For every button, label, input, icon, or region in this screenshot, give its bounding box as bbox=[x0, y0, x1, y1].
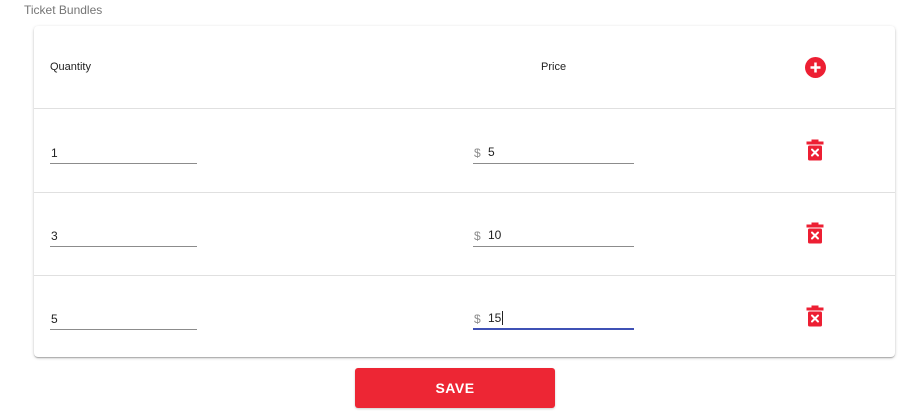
plus-circle-icon bbox=[810, 62, 821, 73]
trash-x-icon bbox=[806, 222, 824, 244]
currency-symbol: $ bbox=[474, 312, 481, 326]
table-row: $ bbox=[34, 192, 895, 276]
quantity-input[interactable] bbox=[50, 308, 197, 330]
price-field[interactable]: $ bbox=[473, 308, 634, 330]
currency-symbol: $ bbox=[474, 229, 481, 243]
price-input[interactable] bbox=[488, 308, 628, 328]
section-title: Ticket Bundles bbox=[24, 3, 103, 17]
table-row: $ bbox=[34, 275, 895, 358]
trash-x-icon bbox=[806, 305, 824, 327]
add-bundle-button[interactable] bbox=[805, 57, 826, 78]
table-header: Quantity Price bbox=[34, 26, 895, 109]
save-button[interactable]: SAVE bbox=[355, 368, 555, 408]
trash-x-icon bbox=[806, 139, 824, 161]
quantity-column-header: Quantity bbox=[50, 61, 91, 73]
price-field[interactable]: $ bbox=[473, 142, 634, 164]
price-input[interactable] bbox=[488, 225, 628, 245]
price-input[interactable] bbox=[488, 142, 628, 162]
quantity-input[interactable] bbox=[50, 142, 197, 164]
quantity-input[interactable] bbox=[50, 225, 197, 247]
price-field[interactable]: $ bbox=[473, 225, 634, 247]
price-column-header: Price bbox=[541, 61, 567, 73]
bundles-table: Quantity Price $ bbox=[34, 26, 895, 357]
currency-symbol: $ bbox=[474, 146, 481, 160]
delete-bundle-button[interactable] bbox=[806, 139, 824, 161]
text-cursor bbox=[502, 311, 503, 325]
delete-bundle-button[interactable] bbox=[806, 222, 824, 244]
table-row: $ bbox=[34, 109, 895, 193]
delete-bundle-button[interactable] bbox=[806, 305, 824, 327]
